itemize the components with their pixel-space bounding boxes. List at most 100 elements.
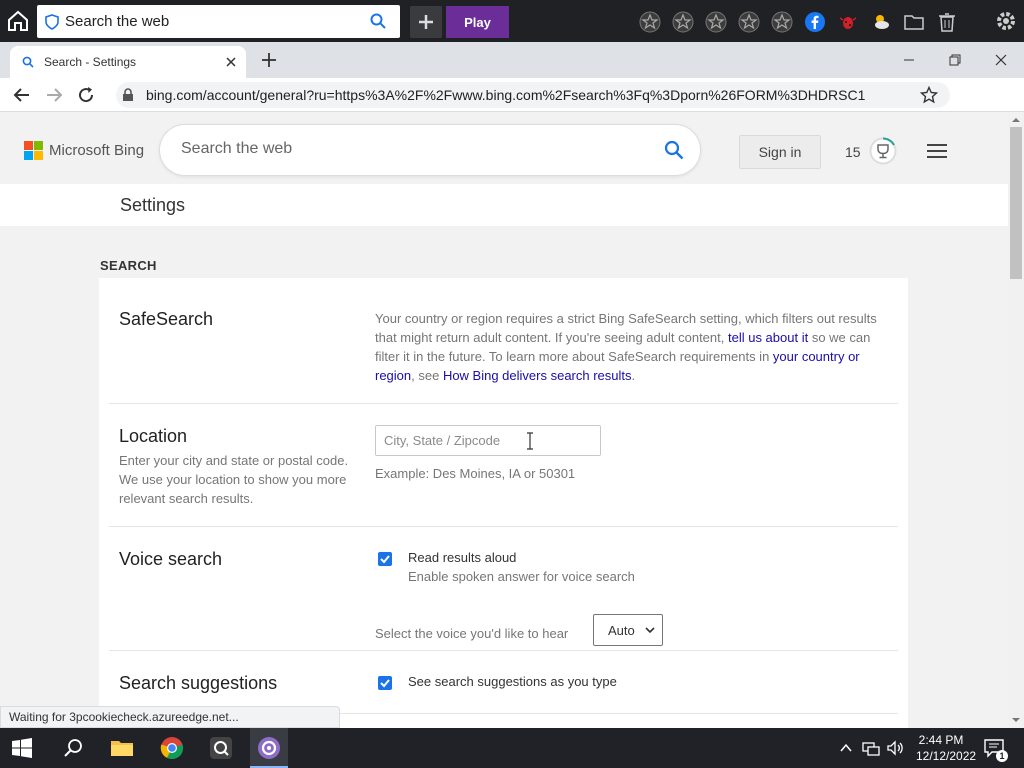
search-app-icon[interactable] xyxy=(209,736,233,760)
network-icon[interactable] xyxy=(862,739,880,757)
search-suggestions-row: Search suggestions See search suggestion… xyxy=(109,651,898,714)
menu-icon[interactable] xyxy=(927,143,947,159)
bookmark-star-icon[interactable] xyxy=(920,86,938,104)
url-field[interactable]: bing.com/account/general?ru=https%3A%2F%… xyxy=(116,82,950,108)
checkmark-icon xyxy=(380,555,390,564)
search-suggestions-heading: Search suggestions xyxy=(119,673,278,693)
star-icon[interactable] xyxy=(736,9,762,35)
weather-icon[interactable] xyxy=(868,9,894,35)
bug-icon[interactable] xyxy=(835,9,861,35)
search-icon[interactable] xyxy=(62,736,86,760)
page-scrollbar[interactable] xyxy=(1008,113,1024,728)
page-content: Microsoft Bing Search the web Sign in 15… xyxy=(0,113,1008,728)
star-icon[interactable] xyxy=(637,9,663,35)
new-tab-icon[interactable] xyxy=(260,51,278,69)
voice-search-row: Voice search Read results aloud Enable s… xyxy=(109,527,898,651)
tab-title: Search - Settings xyxy=(44,55,137,69)
extension-icons xyxy=(637,9,960,35)
section-label-search: SEARCH xyxy=(100,258,157,273)
restore-icon xyxy=(949,54,961,66)
chevron-up-icon[interactable] xyxy=(838,740,854,756)
voice-select-label: Select the voice you'd like to hear xyxy=(375,626,569,641)
close-icon xyxy=(995,54,1007,66)
bing-logo[interactable]: Microsoft Bing xyxy=(24,141,144,160)
location-example: Example: Des Moines, IA or 50301 xyxy=(375,466,576,481)
minimize-button[interactable] xyxy=(886,48,932,72)
browser-app-icon[interactable] xyxy=(257,736,281,760)
tell-us-link[interactable]: tell us about it xyxy=(728,330,808,345)
safesearch-row: SafeSearch Your country or region requir… xyxy=(109,278,898,404)
voice-select[interactable]: Auto xyxy=(593,614,663,646)
scroll-up-icon[interactable] xyxy=(1011,115,1021,125)
address-bar-row: bing.com/account/general?ru=https%3A%2F%… xyxy=(0,78,1024,181)
safesearch-heading: SafeSearch xyxy=(119,309,214,329)
bing-search-box[interactable]: Search the web xyxy=(160,125,700,175)
file-explorer-icon[interactable] xyxy=(110,736,134,760)
location-input[interactable] xyxy=(375,425,601,456)
reload-icon[interactable] xyxy=(76,85,96,105)
plus-icon xyxy=(419,15,433,29)
location-row: Location Enter your city and state or po… xyxy=(109,404,898,527)
close-icon[interactable] xyxy=(224,55,238,69)
scroll-down-icon[interactable] xyxy=(1011,715,1021,725)
search-icon xyxy=(22,56,34,68)
search-placeholder: Search the web xyxy=(181,140,293,157)
how-bing-delivers-link[interactable]: How Bing delivers search results xyxy=(443,368,632,383)
page-title: Settings xyxy=(120,195,186,215)
checkmark-icon xyxy=(380,679,390,688)
toolbar-search-box[interactable]: Search the web xyxy=(37,5,400,38)
read-results-checkbox[interactable] xyxy=(378,552,392,566)
folder-icon[interactable] xyxy=(901,9,927,35)
chrome-icon[interactable] xyxy=(160,736,184,760)
search-icon[interactable] xyxy=(370,13,386,29)
sign-in-button[interactable]: Sign in xyxy=(739,135,821,169)
forward-icon[interactable] xyxy=(44,85,64,105)
star-icon[interactable] xyxy=(769,9,795,35)
taskbar: 2:44 PM 12/12/2022 1 xyxy=(0,728,1024,768)
restore-button[interactable] xyxy=(932,48,978,72)
chevron-down-icon xyxy=(645,627,655,634)
add-button[interactable] xyxy=(410,6,442,38)
scrollbar-thumb[interactable] xyxy=(1010,127,1022,279)
safesearch-text-3: , see xyxy=(411,368,443,383)
search-suggestions-label[interactable]: See search suggestions as you type xyxy=(408,674,617,689)
gear-icon[interactable] xyxy=(994,9,1018,33)
back-icon[interactable] xyxy=(12,85,32,105)
settings-card: SafeSearch Your country or region requir… xyxy=(99,278,908,728)
safesearch-description: Your country or region requires a strict… xyxy=(375,309,890,385)
close-window-button[interactable] xyxy=(978,48,1024,72)
trash-icon[interactable] xyxy=(934,9,960,35)
bing-header: Microsoft Bing Search the web Sign in 15 xyxy=(0,113,1008,184)
play-button[interactable]: Play xyxy=(446,6,509,38)
rewards-trophy-icon[interactable] xyxy=(869,137,897,165)
minimize-icon xyxy=(904,59,914,61)
rewards-count[interactable]: 15 xyxy=(845,144,861,160)
volume-icon[interactable] xyxy=(886,739,904,757)
toolbar-search-text: Search the web xyxy=(65,13,170,30)
clock-time: 2:44 PM xyxy=(918,733,964,747)
search-suggestions-checkbox[interactable] xyxy=(378,676,392,690)
text-cursor-icon xyxy=(527,432,533,450)
voice-select-value: Auto xyxy=(608,622,635,638)
lock-icon[interactable] xyxy=(122,88,134,102)
tab-bar: Search - Settings xyxy=(0,42,1024,78)
logo-text: Microsoft Bing xyxy=(49,142,145,159)
home-icon[interactable] xyxy=(6,9,30,33)
location-description: Enter your city and state or postal code… xyxy=(119,453,349,506)
read-results-description: Enable spoken answer for voice search xyxy=(408,569,635,584)
star-icon[interactable] xyxy=(670,9,696,35)
status-bar: Waiting for 3pcookiecheck.azureedge.net.… xyxy=(0,706,340,728)
windows-start-icon[interactable] xyxy=(12,738,32,758)
facebook-icon[interactable] xyxy=(802,9,828,35)
read-results-label[interactable]: Read results aloud xyxy=(408,550,516,565)
extension-toolbar: Search the web Play xyxy=(0,0,1024,42)
shield-icon xyxy=(45,13,59,30)
clock[interactable]: 2:44 PM 12/12/2022 xyxy=(916,732,976,764)
settings-title-bar: Settings xyxy=(0,184,1008,226)
search-icon[interactable] xyxy=(664,140,684,160)
voice-search-heading: Voice search xyxy=(119,549,223,569)
star-icon[interactable] xyxy=(703,9,729,35)
location-heading: Location xyxy=(119,426,188,446)
tab-search-settings[interactable]: Search - Settings xyxy=(10,46,246,78)
microsoft-logo-icon xyxy=(24,141,43,160)
